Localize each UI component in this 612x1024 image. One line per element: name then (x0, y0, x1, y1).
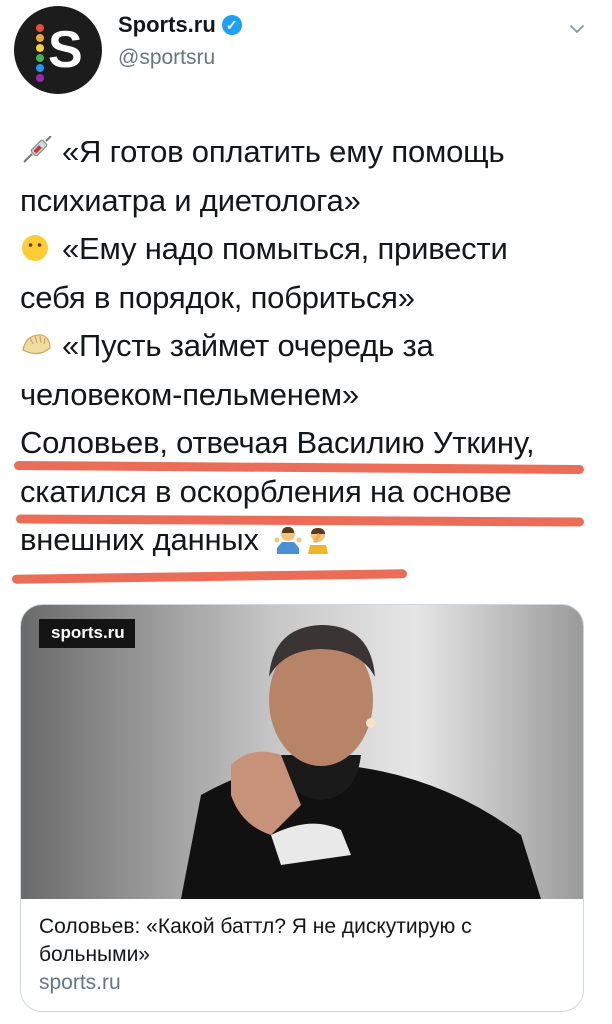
avatar-dots (36, 24, 46, 84)
chevron-down-icon[interactable] (568, 20, 586, 38)
tweet-line-text: себя в порядок, побриться» (20, 279, 415, 315)
card-domain: sports.ru (39, 971, 121, 994)
link-card[interactable]: sports.ru Соловьев: «Какой баттл? Я не д… (20, 604, 584, 1012)
tweet-line-text: «Пусть займет очередь за (62, 328, 434, 363)
tweet-text: «Я готов оплатить ему помощь психиатра и… (20, 128, 600, 565)
tweet-line: Соловьев, отвечая Василию Уткину, (20, 419, 600, 468)
sports-logo-badge: sports.ru (39, 619, 135, 648)
account-name[interactable]: Sports.ru ✓ (118, 12, 242, 38)
tweet-line-text: «Ему надо помыться, привести (62, 231, 508, 266)
tweet-line: человеком-пельменем» (20, 371, 600, 420)
shrugging-man-icon (274, 527, 302, 554)
facepalm-man-icon (308, 528, 329, 554)
dumpling-icon (22, 334, 51, 355)
avatar-letter: S (48, 21, 83, 79)
tweet-line: «Я готов оплатить ему помощь (20, 128, 600, 177)
tweet-line-text: скатился в оскорбления на основе (20, 473, 512, 509)
card-title[interactable]: Соловьев: «Какой баттл? Я не дискутирую … (39, 913, 569, 969)
tweet-line: психиатра и диетолога» (20, 177, 600, 226)
account-handle[interactable]: @sportsru (118, 46, 215, 70)
account-name-text: Sports.ru (118, 12, 216, 37)
tweet-line: себя в порядок, побриться» (20, 274, 600, 323)
tweet-line: скатился в оскорбления на основе (20, 468, 600, 517)
syringe-icon (23, 136, 52, 163)
tweet-line-text: психиатра и диетолога» (20, 182, 361, 218)
tweet-line-text: Соловьев, отвечая Василию Уткину, (20, 425, 535, 460)
tweet-line: «Пусть займет очередь за (20, 322, 600, 371)
tweet-line: «Ему надо помыться, привести (20, 225, 600, 274)
hushed-face-icon (22, 235, 48, 261)
verified-badge-icon: ✓ (221, 15, 242, 35)
person-photo-illustration (181, 625, 541, 899)
tweet-line-text: человеком-пельменем» (20, 376, 359, 412)
highlight-underline (11, 569, 408, 584)
tweet-line-text: внешних данных (20, 522, 259, 557)
tweet-line-text: «Я готов оплатить ему помощь (62, 134, 505, 169)
article-photo: sports.ru (21, 605, 583, 899)
avatar[interactable]: S (14, 6, 102, 94)
